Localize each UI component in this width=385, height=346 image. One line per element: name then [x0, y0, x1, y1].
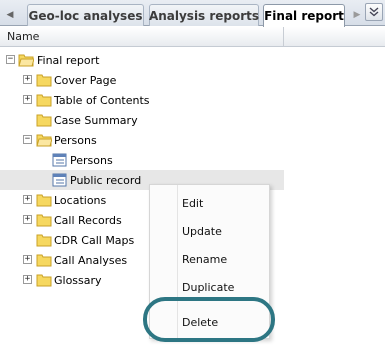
- tree-row-final-report[interactable]: − Final report: [0, 50, 385, 70]
- tree-row-cover-page[interactable]: + Cover Page: [0, 70, 385, 90]
- folder-icon: [36, 274, 52, 287]
- tree-label: Call Analyses: [54, 253, 128, 267]
- folder-icon: [36, 254, 52, 267]
- tree-label: Cover Page: [54, 73, 117, 87]
- folder-icon: [36, 74, 52, 87]
- context-menu-rename[interactable]: Rename: [150, 245, 271, 273]
- folder-icon: [36, 214, 52, 227]
- expand-icon[interactable]: +: [23, 255, 32, 264]
- expand-icon[interactable]: +: [23, 275, 32, 284]
- tree-label: Case Summary: [54, 113, 138, 127]
- tree-row-persons-document[interactable]: Persons: [0, 150, 385, 170]
- context-menu-update[interactable]: Update: [150, 217, 271, 245]
- expand-icon[interactable]: +: [23, 195, 32, 204]
- tree-label: Table of Contents: [54, 93, 150, 107]
- tree-label: Call Records: [54, 213, 122, 227]
- tab-strip: ◀ Geo-loc analyses Analysis reports Fina…: [0, 0, 385, 27]
- tree-column-header: Name: [0, 27, 385, 47]
- tree-label: Locations: [54, 193, 107, 207]
- collapse-icon[interactable]: −: [6, 55, 15, 64]
- double-chevron-down-icon: [369, 7, 379, 17]
- tab-analysis-reports[interactable]: Analysis reports: [149, 4, 259, 26]
- tree-label: Final report: [37, 53, 100, 67]
- document-list-icon: [52, 153, 67, 167]
- tab-final-report[interactable]: Final report: [263, 4, 345, 27]
- tree-label: Persons: [54, 133, 97, 147]
- delete-highlight-ring: [143, 297, 275, 342]
- tree-label: Glossary: [54, 273, 102, 287]
- folder-icon: [36, 114, 52, 127]
- folder-icon: [36, 234, 52, 247]
- tree-label: CDR Call Maps: [54, 233, 135, 247]
- folder-open-icon: [18, 54, 34, 67]
- expand-icon[interactable]: +: [23, 75, 32, 84]
- tree-row-persons-folder[interactable]: − Persons: [0, 130, 385, 150]
- name-column-header[interactable]: Name: [0, 27, 284, 46]
- document-list-icon: [52, 173, 67, 187]
- tree-label: Persons: [70, 153, 113, 167]
- folder-icon: [36, 194, 52, 207]
- tab-geo-loc-analyses[interactable]: Geo-loc analyses: [27, 4, 144, 26]
- expand-icon[interactable]: +: [23, 215, 32, 224]
- folder-open-icon: [36, 134, 52, 147]
- tree-row-table-of-contents[interactable]: + Table of Contents: [0, 90, 385, 110]
- collapse-icon[interactable]: −: [23, 135, 32, 144]
- expand-icon[interactable]: +: [23, 95, 32, 104]
- tab-scroll-right-icon[interactable]: ▶: [349, 5, 365, 25]
- folder-icon: [36, 94, 52, 107]
- tab-scroll-left-icon[interactable]: ◀: [2, 5, 18, 25]
- tree-label: Public record: [70, 173, 142, 187]
- tree-row-case-summary[interactable]: Case Summary: [0, 110, 385, 130]
- tab-list-dropdown-button[interactable]: [365, 3, 383, 21]
- context-menu-edit[interactable]: Edit: [150, 189, 271, 217]
